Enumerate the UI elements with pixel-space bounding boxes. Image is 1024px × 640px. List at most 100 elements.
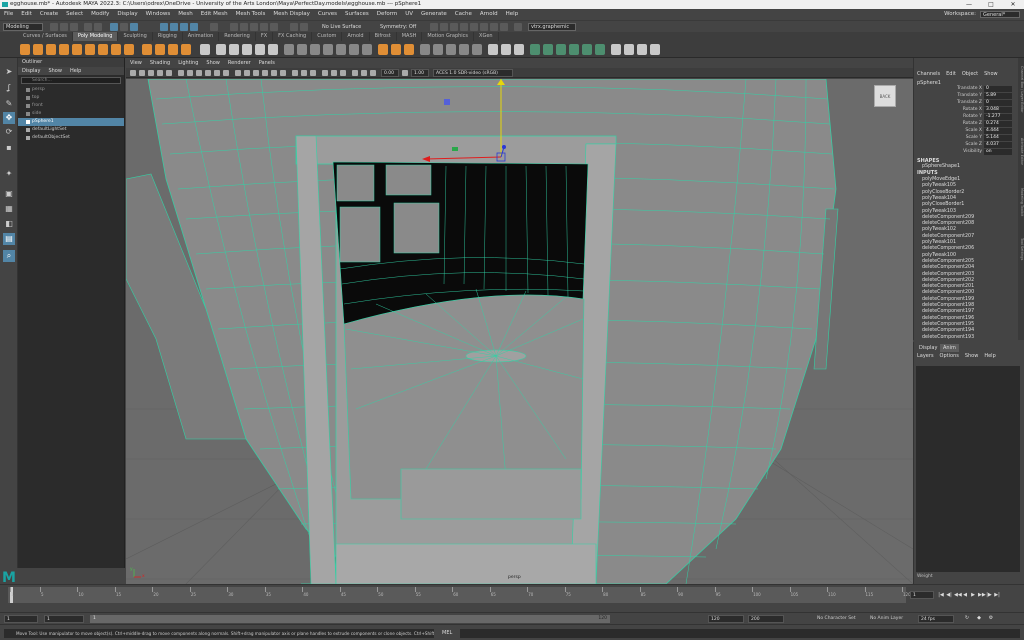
xray-icon[interactable] <box>292 70 298 76</box>
shelf-tab-mash[interactable]: MASH <box>397 32 423 41</box>
isolate-select-icon[interactable] <box>352 70 358 76</box>
loop-icon[interactable]: ↻ <box>964 615 970 621</box>
channel-value[interactable]: 4.037 <box>984 142 1012 148</box>
last-tool-icon[interactable]: ✦ <box>3 168 15 180</box>
channel-translate-y[interactable]: Translate Y 5.89 <box>914 93 1019 99</box>
connect-icon[interactable] <box>391 44 401 55</box>
layer-menu-layers[interactable]: Layers <box>914 352 937 360</box>
character-set-dropdown[interactable]: No Character Set <box>817 615 856 623</box>
light-editor-icon[interactable] <box>480 23 488 31</box>
channel-value[interactable]: 3.048 <box>984 107 1012 113</box>
playback-end-field[interactable]: 120 <box>708 615 744 623</box>
snap-grid-icon[interactable] <box>230 23 238 31</box>
menu-set-dropdown[interactable]: Modeling <box>3 23 43 31</box>
anim-start-field[interactable]: 1 <box>4 615 38 623</box>
input-node[interactable]: deleteComponent198 <box>922 303 974 308</box>
ipr-render-icon[interactable] <box>440 23 448 31</box>
planar-map-icon[interactable] <box>543 44 553 55</box>
uv-editor-icon[interactable] <box>530 44 540 55</box>
search-icon[interactable]: ⌕ <box>3 250 15 262</box>
input-node[interactable]: polyMoveEdge1 <box>922 177 960 182</box>
go-to-start-icon[interactable]: |◀ <box>938 592 944 598</box>
outliner-item-top[interactable]: top <box>18 94 124 102</box>
sphere-soccer-icon[interactable] <box>155 44 165 55</box>
shelf-tab-custom[interactable]: Custom <box>312 32 343 41</box>
type-text-icon[interactable] <box>168 44 178 55</box>
camera-attributes-icon[interactable] <box>148 70 154 76</box>
super-shape-icon[interactable] <box>142 44 152 55</box>
input-node[interactable]: deleteComponent204 <box>922 265 974 270</box>
shadows-icon[interactable] <box>280 70 286 76</box>
playback-prefs-icon[interactable]: ⚙ <box>988 615 994 621</box>
make-hole-icon[interactable] <box>349 44 359 55</box>
step-back-icon[interactable]: ◀| <box>946 592 952 598</box>
side-tab-attribute-editor[interactable]: Attribute Editor <box>1018 138 1024 165</box>
input-node[interactable]: deleteComponent201 <box>922 284 974 289</box>
input-node[interactable]: deleteComponent193 <box>922 335 974 340</box>
open-scene-icon[interactable] <box>60 23 68 31</box>
viewport-menu-shading[interactable]: Shading <box>146 58 174 68</box>
menu-display[interactable]: Display <box>113 9 141 20</box>
paint-select-icon[interactable]: ✎ <box>3 98 15 110</box>
input-node[interactable]: polyTweak100 <box>922 253 956 258</box>
channel-value[interactable]: 5.144 <box>984 135 1012 141</box>
render-settings-icon[interactable] <box>450 23 458 31</box>
time-slider-bar[interactable]: 1 5 10 15 20 25 30 35 40 45 50 55 60 65 70 75 80 85 90 95 10… <box>8 587 911 603</box>
input-node[interactable]: polyTweak103 <box>922 209 956 214</box>
menu-create[interactable]: Create <box>36 9 62 20</box>
menu-surfaces[interactable]: Surfaces <box>341 9 373 20</box>
menu-curves[interactable]: Curves <box>314 9 341 20</box>
current-frame-field[interactable]: 1 <box>910 591 934 599</box>
grid-icon[interactable] <box>178 70 184 76</box>
snap-curve-icon[interactable] <box>240 23 248 31</box>
input-node[interactable]: polyTweak105 <box>922 183 956 188</box>
redo-icon[interactable] <box>94 23 102 31</box>
channel-value[interactable]: 4.444 <box>984 128 1012 134</box>
gamma-icon[interactable] <box>402 70 408 76</box>
input-node[interactable]: deleteComponent206 <box>922 246 974 251</box>
shelf-tab-rendering[interactable]: Rendering <box>219 32 256 41</box>
symmetry-label[interactable]: Symmetry: Off <box>380 22 416 32</box>
poly-sphere-icon[interactable] <box>20 44 30 55</box>
menu-modify[interactable]: Modify <box>87 9 113 20</box>
slide-edge-icon[interactable] <box>446 44 456 55</box>
pick-mask-icon[interactable] <box>160 23 168 31</box>
rotate-tool-icon[interactable]: ⟳ <box>3 126 15 138</box>
anti-aliasing-icon[interactable] <box>331 70 337 76</box>
layer-menu-show[interactable]: Show <box>962 352 982 360</box>
smooth-shade-icon[interactable] <box>244 70 250 76</box>
xray-joints-icon[interactable] <box>310 70 316 76</box>
autokey-icon[interactable]: ◆ <box>976 615 982 621</box>
separate-icon[interactable] <box>216 44 226 55</box>
menu-windows[interactable]: Windows <box>142 9 175 20</box>
mel-label[interactable]: MEL <box>442 629 452 638</box>
channel-value[interactable]: on <box>984 149 1012 155</box>
input-node[interactable]: deleteComponent197 <box>922 309 974 314</box>
input-node[interactable]: deleteComponent194 <box>922 328 974 333</box>
playback-start-field[interactable]: 1 <box>44 615 84 623</box>
prev-key-icon[interactable]: ◀◀ <box>954 592 962 598</box>
circularize-icon[interactable] <box>488 44 498 55</box>
manipulator-z-handle[interactable] <box>502 145 506 149</box>
sew-uv-icon[interactable] <box>624 44 634 55</box>
wireframe-icon[interactable] <box>235 70 241 76</box>
shape-node[interactable]: pSphereShape1 <box>922 164 960 169</box>
undo-icon[interactable] <box>84 23 92 31</box>
input-node[interactable]: deleteComponent195 <box>922 322 974 327</box>
shelf-tab-xgen[interactable]: XGen <box>474 32 499 41</box>
safe-action-icon[interactable] <box>223 70 229 76</box>
shelf-tab-arnold[interactable]: Arnold <box>342 32 370 41</box>
menu-mesh[interactable]: Mesh <box>174 9 196 20</box>
outliner-item-front[interactable]: front <box>18 102 124 110</box>
unfold-icon[interactable] <box>582 44 592 55</box>
menu-edit-mesh[interactable]: Edit Mesh <box>197 9 232 20</box>
live-surface-label[interactable]: No Live Surface <box>322 22 361 32</box>
workspace-dropdown[interactable]: General* <box>980 11 1020 18</box>
edge-mask-icon[interactable] <box>180 23 188 31</box>
outliner-item-persp[interactable]: persp <box>18 86 124 94</box>
arnold-icon[interactable] <box>490 23 498 31</box>
input-node[interactable]: deleteComponent209 <box>922 215 974 220</box>
minimize-button[interactable]: — <box>958 0 980 9</box>
single-perspective-icon[interactable]: ▣ <box>3 188 15 200</box>
anim-end-field[interactable]: 200 <box>748 615 784 623</box>
